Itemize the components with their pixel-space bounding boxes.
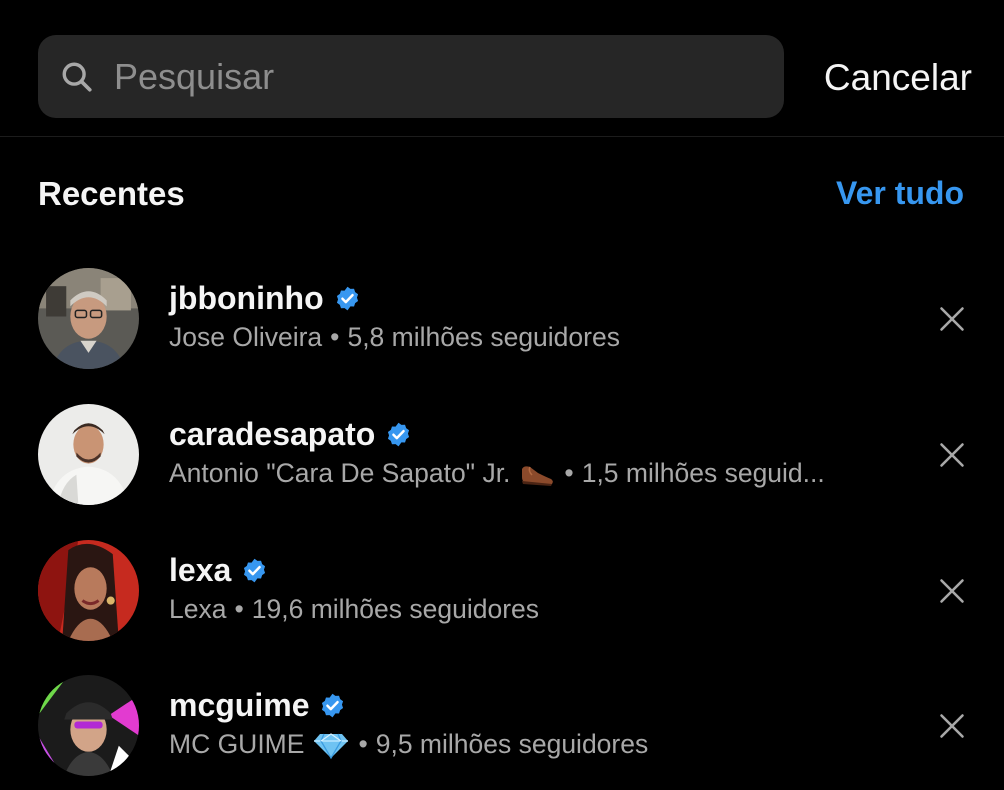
subtitle: Lexa • 19,6 milhões seguidores xyxy=(169,594,539,625)
full-name: Jose Oliveira xyxy=(169,322,323,352)
follower-count: 1,5 milhões seguid... xyxy=(581,458,825,488)
separator: • xyxy=(564,458,574,488)
username-line: lexa xyxy=(169,552,268,589)
list-item[interactable]: lexa Lexa • 19,6 milhões seguidores xyxy=(0,540,1004,650)
verified-badge-icon xyxy=(336,286,358,311)
avatar[interactable] xyxy=(38,268,139,369)
search-input[interactable] xyxy=(114,35,764,118)
verified-badge-icon xyxy=(388,422,410,447)
close-icon[interactable] xyxy=(938,712,966,740)
username-line: caradesapato xyxy=(169,416,412,453)
separator: • xyxy=(358,729,368,759)
follower-count: 19,6 milhões seguidores xyxy=(251,594,540,624)
follower-count: 5,8 milhões seguidores xyxy=(347,322,620,352)
close-icon[interactable] xyxy=(938,441,966,469)
search-icon xyxy=(62,62,92,92)
username-line: mcguime xyxy=(169,687,346,724)
avatar-image xyxy=(38,540,139,641)
subtitle: Antonio "Cara De Sapato" Jr. • 1,5 milhõ… xyxy=(169,458,825,489)
full-name: Antonio "Cara De Sapato" Jr. xyxy=(169,458,511,488)
close-icon[interactable] xyxy=(938,577,966,605)
avatar-image xyxy=(38,404,139,505)
username[interactable]: mcguime xyxy=(169,687,309,724)
verified-badge-icon xyxy=(322,693,344,718)
avatar[interactable] xyxy=(38,675,139,776)
username[interactable]: jbboninho xyxy=(169,280,324,317)
subtitle: Jose Oliveira • 5,8 milhões seguidores xyxy=(169,322,620,353)
subtitle: MC GUIME • 9,5 milhões seguidores xyxy=(169,729,648,760)
search-bar[interactable] xyxy=(38,35,784,118)
username[interactable]: lexa xyxy=(169,552,231,589)
list-item[interactable]: mcguime MC GUIME • 9,5 milhões seguidore… xyxy=(0,675,1004,785)
search-screen: Cancelar Recentes Ver tudo jbboninho xyxy=(0,0,1004,790)
diamond-icon xyxy=(314,732,349,759)
username-line: jbboninho xyxy=(169,280,361,317)
header-divider xyxy=(0,136,1004,137)
section-title: Recentes xyxy=(38,175,185,212)
cancel-button[interactable]: Cancelar xyxy=(824,56,972,100)
see-all-link[interactable]: Ver tudo xyxy=(836,175,964,212)
username[interactable]: caradesapato xyxy=(169,416,375,453)
list-item[interactable]: jbboninho Jose Oliveira • 5,8 milhões se… xyxy=(0,268,1004,378)
avatar-image xyxy=(38,268,139,369)
separator: • xyxy=(330,322,340,352)
close-icon[interactable] xyxy=(938,305,966,333)
avatar-image xyxy=(38,675,139,776)
follower-count: 9,5 milhões seguidores xyxy=(375,729,649,759)
separator: • xyxy=(234,594,244,624)
avatar[interactable] xyxy=(38,540,139,641)
full-name: Lexa xyxy=(169,594,227,624)
shoe-icon xyxy=(522,465,554,486)
full-name: MC GUIME xyxy=(169,729,305,759)
avatar[interactable] xyxy=(38,404,139,505)
list-item[interactable]: caradesapato Antonio "Cara De Sapato" Jr… xyxy=(0,404,1004,514)
verified-badge-icon xyxy=(244,558,266,583)
